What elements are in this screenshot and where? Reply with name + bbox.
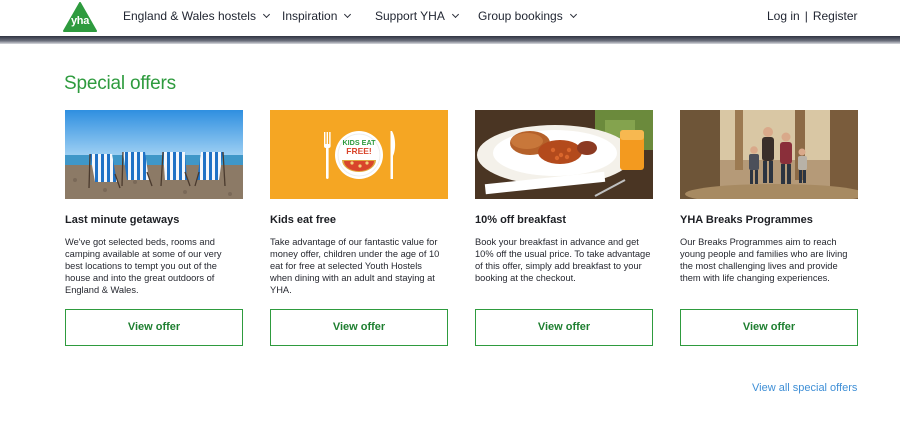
nav-item-support[interactable]: Support YHA: [375, 9, 459, 23]
chevron-down-icon: [344, 10, 352, 19]
offer-card-last-minute: Last minute getaways We've got selected …: [65, 110, 243, 346]
site-header: yha England & Wales hostels Inspiration …: [0, 0, 900, 36]
nav-item-group-bookings[interactable]: Group bookings: [478, 9, 577, 23]
nav-item-label: Inspiration: [282, 9, 338, 23]
offer-description: Our Breaks Programmes aim to reach young…: [680, 237, 848, 284]
logo-text: yha: [70, 15, 90, 27]
family-walk-forest-image[interactable]: [680, 110, 858, 199]
offer-title: Last minute getaways: [65, 214, 180, 226]
beach-deckchairs-image[interactable]: [65, 110, 243, 199]
free-text: FREE!: [346, 146, 372, 156]
chevron-down-icon: [451, 10, 459, 19]
view-offer-button[interactable]: View offer: [65, 309, 243, 346]
account-links: Log in | Register: [767, 9, 858, 23]
view-offer-button[interactable]: View offer: [475, 309, 653, 346]
login-link[interactable]: Log in: [767, 9, 800, 23]
offer-description: We've got selected beds, rooms and campi…: [65, 237, 222, 296]
chevron-down-icon: [262, 10, 271, 19]
kids-eat-free-image[interactable]: KIDS EAT FREE!: [270, 110, 448, 199]
offer-card-kids-eat-free: KIDS EAT FREE! Kids eat free Take advant…: [270, 110, 448, 346]
section-title: Special offers: [64, 73, 176, 94]
register-link[interactable]: Register: [813, 9, 858, 23]
breakfast-plate-image[interactable]: [475, 110, 653, 199]
nav-item-label: Support YHA: [375, 9, 445, 23]
header-bottom-bar: [0, 36, 900, 44]
chevron-down-icon: [569, 10, 577, 19]
separator: |: [804, 9, 808, 23]
view-offer-button[interactable]: View offer: [680, 309, 858, 346]
nav-item-label: Group bookings: [478, 9, 563, 23]
offer-description: Book your breakfast in advance and get 1…: [475, 237, 651, 284]
offer-card-breaks-programmes: YHA Breaks Programmes Our Breaks Program…: [680, 110, 858, 346]
view-offer-button[interactable]: View offer: [270, 309, 448, 346]
yha-logo[interactable]: yha: [63, 2, 97, 32]
offer-card-breakfast: 10% off breakfast Book your breakfast in…: [475, 110, 653, 346]
nav-item-label: England & Wales hostels: [123, 9, 256, 23]
nav-item-inspiration[interactable]: Inspiration: [282, 9, 352, 23]
offer-description: Take advantage of our fantastic value fo…: [270, 237, 440, 296]
nav-item-hostels[interactable]: England & Wales hostels: [123, 9, 271, 23]
offer-title: YHA Breaks Programmes: [680, 214, 813, 226]
offer-title: 10% off breakfast: [475, 214, 567, 226]
offer-title: Kids eat free: [270, 214, 337, 226]
view-all-offers-link[interactable]: View all special offers: [752, 382, 857, 394]
